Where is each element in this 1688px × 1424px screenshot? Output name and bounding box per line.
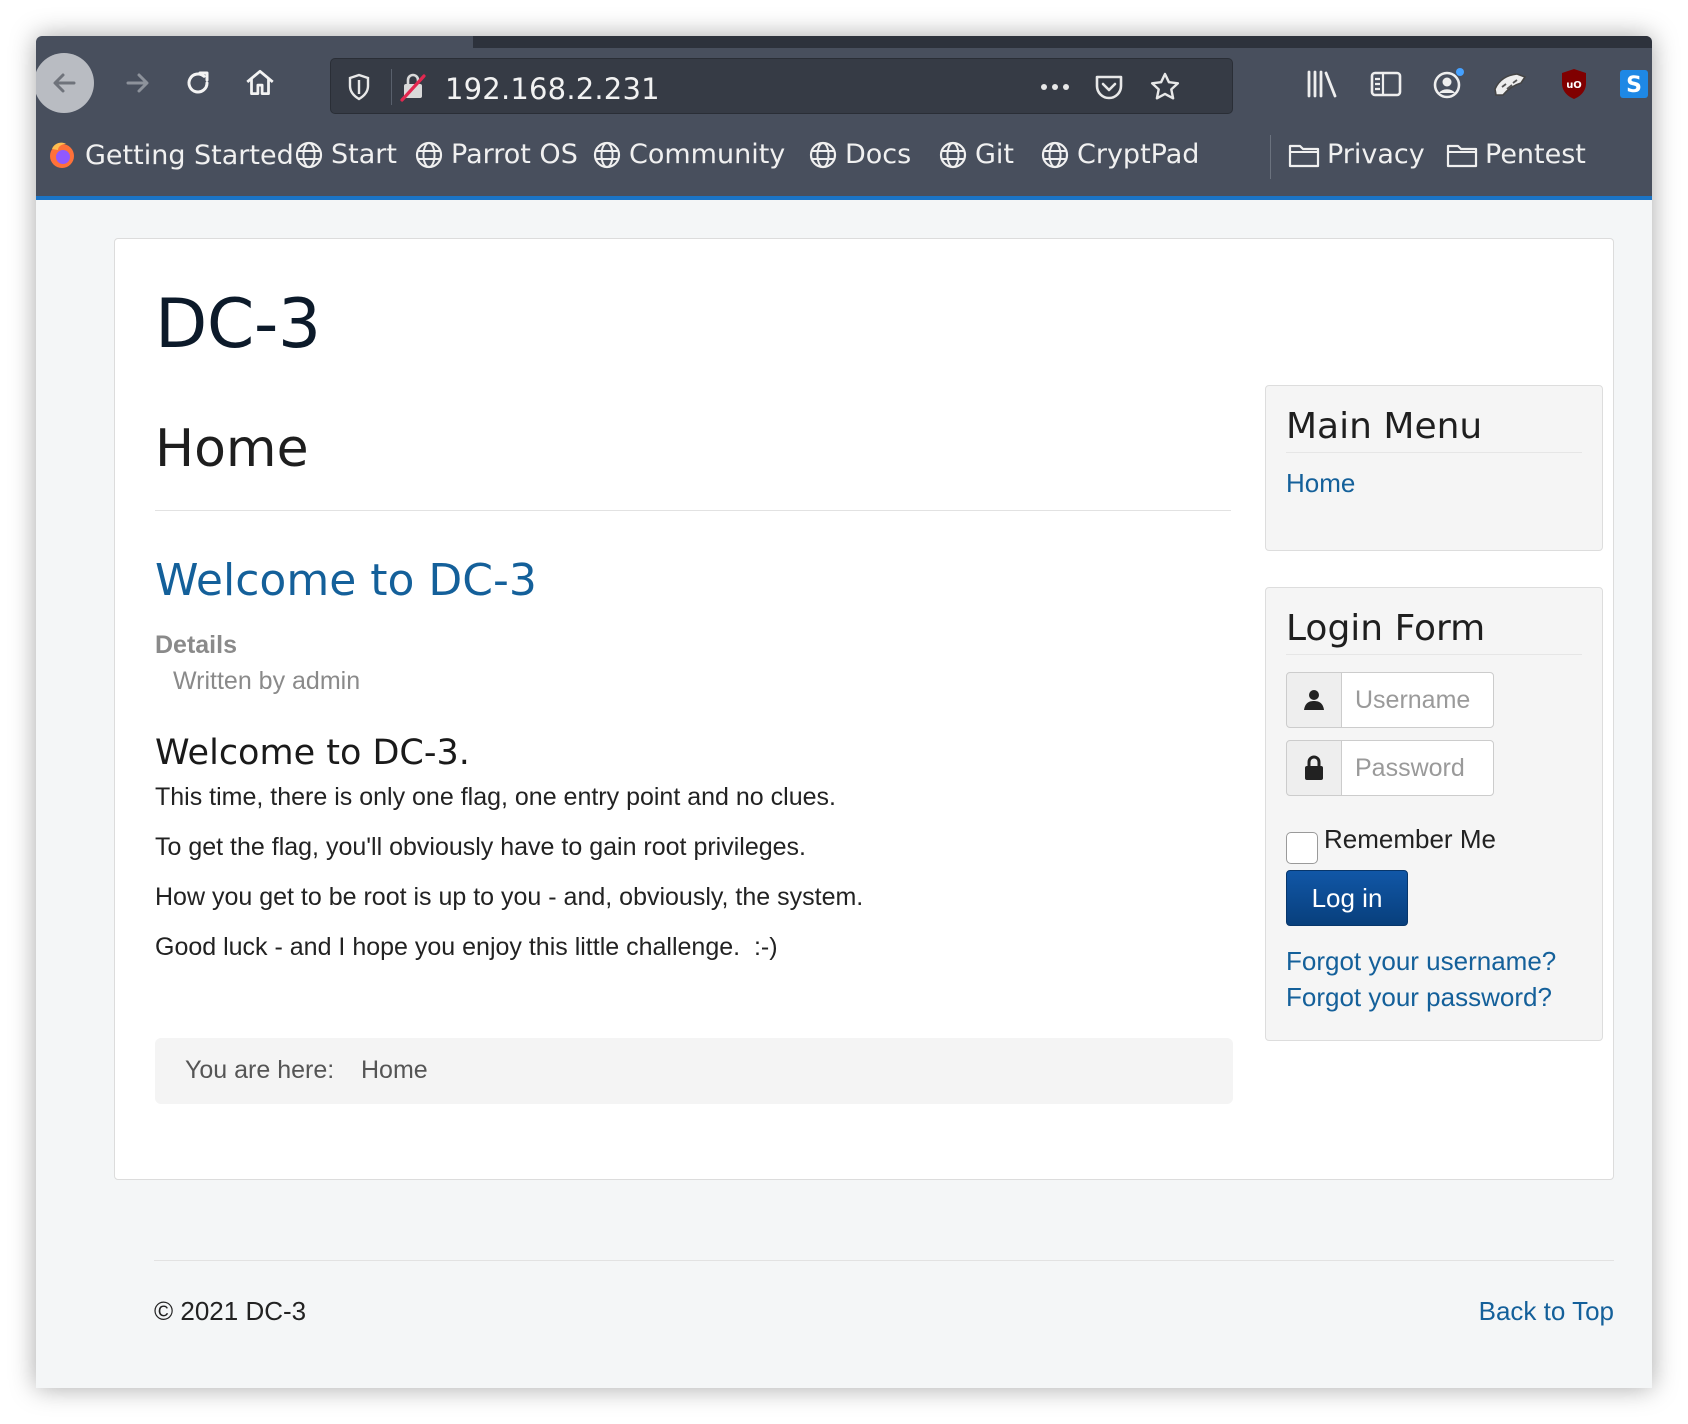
back-button[interactable] [36, 53, 94, 113]
star-icon[interactable] [1149, 71, 1181, 103]
globe-icon [1041, 141, 1069, 168]
arrow-left-icon [53, 73, 76, 93]
site-title[interactable]: DC-3 [155, 285, 321, 364]
bookmark-getting-started[interactable]: Getting Started [46, 139, 294, 171]
globe-icon [593, 141, 621, 168]
bookmark-label: Community [629, 139, 786, 170]
globe-icon [809, 141, 837, 168]
browser-toolbar: 192.168.2.231 uO S Getting Started Start… [36, 36, 1652, 200]
web-page: DC-3 Home Welcome to DC-3 Details Writte… [36, 200, 1652, 1388]
heading-divider [155, 510, 1231, 511]
remember-me-checkbox[interactable] [1286, 832, 1318, 864]
bookmark-label: Privacy [1327, 139, 1425, 170]
home-button[interactable] [232, 55, 288, 111]
footer-divider [154, 1260, 1614, 1261]
address-bar[interactable]: 192.168.2.231 [330, 58, 1233, 114]
main-menu-module: Main Menu Home [1265, 385, 1603, 551]
bookmark-label: Parrot OS [451, 139, 578, 170]
username-group [1286, 672, 1494, 728]
article-paragraph: Good luck - and I hope you enjoy this li… [155, 933, 778, 961]
bookmark-separator [1270, 135, 1271, 179]
bookmark-label: Start [331, 139, 397, 170]
bookmark-git[interactable]: Git [938, 139, 1014, 170]
article-paragraph: How you get to be root is up to you - an… [155, 883, 864, 911]
url-separator [391, 69, 392, 105]
bookmark-cryptpad[interactable]: CryptPad [1040, 139, 1199, 170]
reload-icon [187, 71, 209, 94]
bookmark-label: CryptPad [1077, 139, 1200, 170]
main-menu-title: Main Menu [1286, 406, 1483, 447]
extension-s-icon[interactable]: S [1614, 64, 1652, 104]
bookmark-folder-pentest[interactable]: Pentest [1446, 139, 1586, 170]
breadcrumb-item-home: Home [361, 1056, 428, 1084]
bookmark-parrot-os[interactable]: Parrot OS [414, 139, 578, 170]
article-title-link[interactable]: Welcome to DC-3 [155, 555, 537, 606]
svg-text:uO: uO [1566, 80, 1582, 91]
user-icon [1286, 672, 1342, 728]
footer-copyright: © 2021 DC-3 [154, 1296, 307, 1326]
reload-button[interactable] [170, 55, 226, 111]
bookmark-label: Docs [845, 139, 912, 170]
forward-button[interactable] [110, 55, 166, 111]
page-heading: Home [155, 419, 309, 479]
bookmark-label: Git [975, 139, 1015, 170]
article-details-label: Details [155, 631, 237, 659]
globe-icon [415, 141, 443, 168]
bookmark-start[interactable]: Start [294, 139, 397, 170]
globe-icon [295, 141, 323, 168]
insecure-lock-icon[interactable] [397, 71, 429, 103]
more-actions-icon[interactable] [1039, 71, 1071, 103]
login-button[interactable]: Log in [1286, 870, 1408, 926]
ublock-icon[interactable]: uO [1554, 64, 1594, 104]
module-divider [1286, 654, 1582, 655]
main-menu-item-home[interactable]: Home [1286, 468, 1355, 499]
article-paragraph: To get the flag, you'll obviously have t… [155, 833, 806, 861]
back-to-top-link[interactable]: Back to Top [1479, 1296, 1614, 1327]
library-icon[interactable] [1302, 64, 1342, 104]
pocket-icon[interactable] [1093, 71, 1125, 103]
remember-me-label[interactable]: Remember Me [1324, 824, 1496, 855]
shield-icon[interactable] [343, 71, 375, 103]
bookmarks-toolbar: Getting Started Start Parrot OS Communit… [36, 133, 1652, 183]
lock-icon [1286, 740, 1342, 796]
bookmark-folder-privacy[interactable]: Privacy [1288, 139, 1425, 170]
extension-icon[interactable] [1490, 64, 1530, 104]
bookmark-label: Pentest [1485, 139, 1586, 170]
folder-icon [1446, 144, 1478, 167]
bookmark-label: Getting Started [85, 139, 294, 171]
bookmark-docs[interactable]: Docs [808, 139, 911, 170]
tab-strip [473, 36, 1652, 48]
arrow-right-icon [126, 73, 149, 93]
sidebar-icon[interactable] [1366, 64, 1406, 104]
article-author: Written by admin [173, 667, 361, 695]
content-card: DC-3 Home Welcome to DC-3 Details Writte… [114, 238, 1614, 1180]
forgot-username-link[interactable]: Forgot your username? [1286, 946, 1556, 977]
url-text[interactable]: 192.168.2.231 [445, 72, 660, 106]
home-icon [246, 69, 274, 96]
svg-text:S: S [1626, 73, 1642, 98]
account-icon[interactable] [1428, 64, 1468, 104]
login-form-module: Login Form Remember Me Log in [1265, 587, 1603, 1041]
breadcrumb-label: You are here: [185, 1056, 335, 1084]
username-input[interactable] [1341, 672, 1494, 728]
module-divider [1286, 452, 1582, 453]
breadcrumb: You are here: Home [155, 1038, 1233, 1104]
forgot-password-link[interactable]: Forgot your password? [1286, 982, 1552, 1013]
bookmark-community[interactable]: Community [592, 139, 785, 170]
article-paragraph: This time, there is only one flag, one e… [155, 783, 836, 811]
browser-window: 192.168.2.231 uO S Getting Started Start… [36, 36, 1652, 1388]
firefox-icon [50, 142, 74, 168]
folder-icon [1288, 144, 1320, 167]
globe-icon [939, 141, 967, 168]
article-lead-heading: Welcome to DC-3. [155, 733, 470, 773]
login-form-title: Login Form [1286, 608, 1486, 649]
password-group [1286, 740, 1494, 796]
password-input[interactable] [1341, 740, 1494, 796]
